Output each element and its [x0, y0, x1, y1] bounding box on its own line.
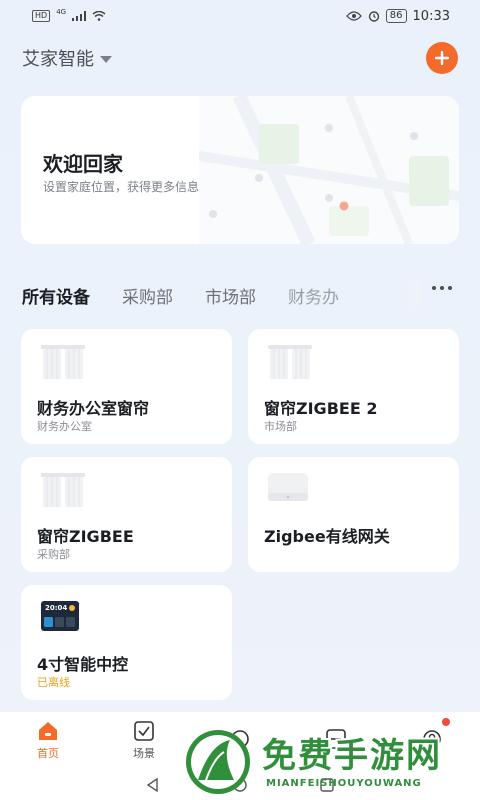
more-dot-icon: [448, 286, 452, 290]
room-tabs: 所有设备 采购部 市场部 财务办: [22, 280, 458, 310]
chevron-down-icon: [100, 55, 112, 63]
device-room: 财务办公室: [37, 420, 92, 433]
tab-all-devices[interactable]: 所有设备: [22, 283, 90, 308]
panel-screen-time: 20:04: [45, 604, 68, 612]
welcome-subtitle: 设置家庭位置，获得更多信息: [43, 180, 200, 194]
welcome-title: 欢迎回家: [43, 152, 123, 176]
more-dot-icon: [440, 286, 444, 290]
status-left: HD 4G: [32, 8, 106, 22]
offline-status: 已离线: [37, 676, 70, 689]
scene-icon: [134, 721, 154, 741]
device-card[interactable]: 窗帘ZIGBEE 2 市场部: [248, 329, 459, 444]
nav-home[interactable]: 首页: [0, 712, 96, 770]
signal-icon: [72, 11, 87, 21]
alarm-icon: [368, 11, 379, 22]
tab-marketing[interactable]: 市场部: [205, 283, 256, 308]
home-selector[interactable]: 艾家智能: [22, 45, 112, 71]
add-device-button[interactable]: [426, 42, 458, 74]
hd-badge: HD: [32, 10, 51, 22]
nav-scene-label: 场景: [133, 747, 155, 760]
curtain-icon: [41, 473, 85, 507]
curtain-icon: [41, 345, 85, 379]
plus-icon: [435, 51, 449, 65]
device-card[interactable]: Zigbee有线网关: [248, 457, 459, 572]
status-time: 10:33: [412, 8, 450, 24]
more-dot-icon: [432, 286, 436, 290]
signal-label: 4G: [56, 8, 67, 16]
back-icon[interactable]: [145, 777, 161, 793]
header: 艾家智能: [22, 42, 458, 74]
tab-purchasing[interactable]: 采购部: [122, 283, 173, 308]
watermark-subtitle: MIANFEISHOUYOUWANG: [266, 778, 422, 789]
curtain-icon: [268, 345, 312, 379]
status-right: 86 10:33: [345, 8, 450, 24]
tabs-fade: [380, 280, 420, 310]
watermark: 免费手游网 MIANFEISHOUYOUWANG: [184, 722, 474, 800]
wifi-icon: [92, 11, 106, 21]
device-name: 窗帘ZIGBEE: [37, 527, 134, 546]
device-card[interactable]: 财务办公室窗帘 财务办公室: [21, 329, 232, 444]
nav-home-label: 首页: [37, 747, 59, 760]
device-name: 窗帘ZIGBEE 2: [264, 399, 378, 418]
device-card[interactable]: 窗帘ZIGBEE 采购部: [21, 457, 232, 572]
device-card[interactable]: 20:04 4寸智能中控 已离线: [21, 585, 232, 700]
eye-icon: [345, 11, 362, 21]
status-bar: HD 4G 86 10:33: [0, 0, 480, 32]
watermark-logo-icon: [186, 730, 250, 794]
welcome-card[interactable]: 欢迎回家 设置家庭位置，获得更多信息: [21, 96, 459, 244]
device-name: 4寸智能中控: [37, 655, 129, 674]
device-name: 财务办公室窗帘: [37, 399, 150, 418]
tab-finance[interactable]: 财务办: [288, 283, 339, 308]
more-tabs-button[interactable]: [432, 286, 452, 290]
device-room: 市场部: [264, 420, 297, 433]
device-name: Zigbee有线网关: [264, 527, 390, 546]
map-illustration: [199, 96, 459, 244]
battery-indicator: 86: [385, 9, 407, 23]
gateway-icon: [268, 473, 308, 501]
device-room: 采购部: [37, 548, 70, 561]
home-icon: [39, 722, 57, 740]
nav-scene[interactable]: 场景: [96, 712, 192, 770]
watermark-title: 免费手游网: [262, 736, 442, 776]
home-name: 艾家智能: [22, 49, 94, 70]
